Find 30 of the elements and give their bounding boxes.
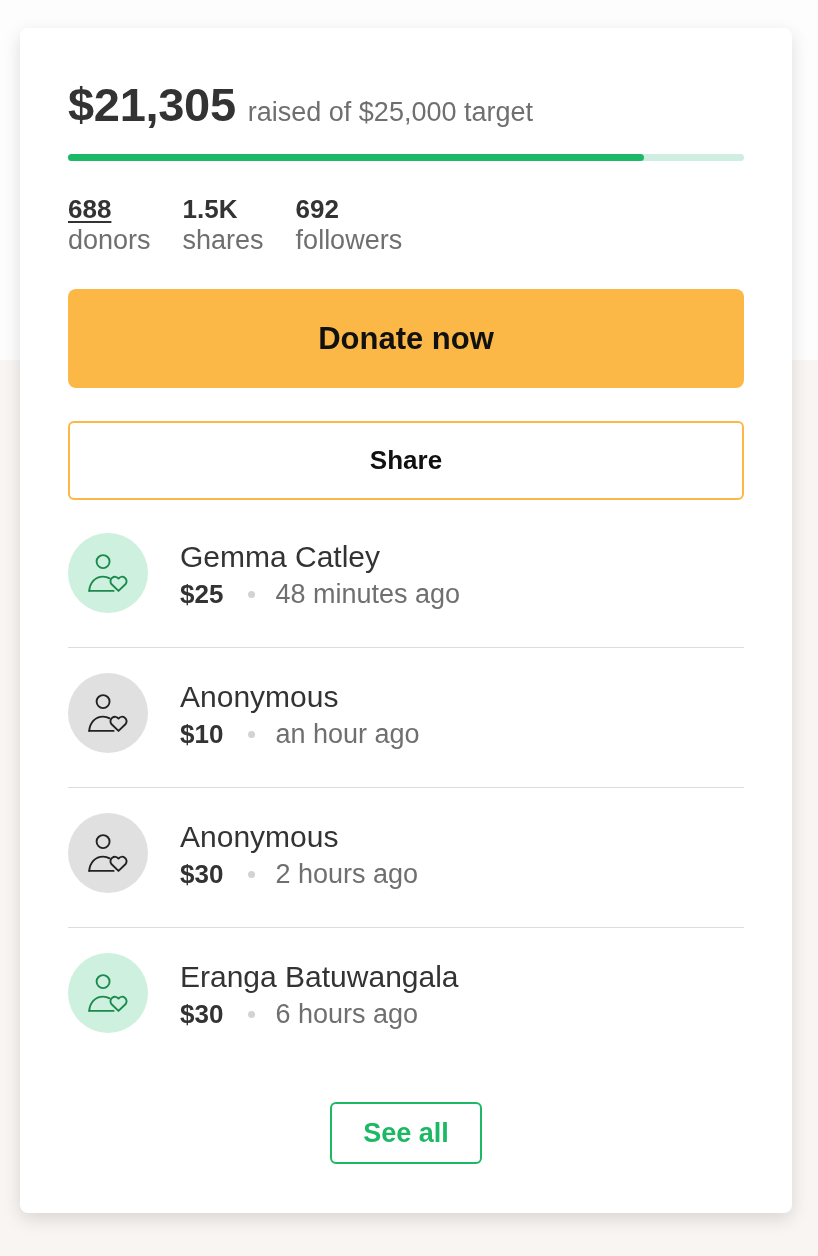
donation-time: 6 hours ago (275, 998, 418, 1031)
stat-value: 692 (295, 194, 339, 225)
raised-amount: $21,305 (68, 77, 236, 133)
separator-dot-icon (248, 730, 256, 738)
donation-time: an hour ago (275, 718, 420, 751)
donor-name: Eranga Batuwangala (180, 960, 459, 995)
share-button[interactable]: Share (68, 421, 744, 501)
person-heart-icon (88, 834, 128, 873)
stat-link[interactable]: 688 (68, 194, 112, 225)
stat-label: donors (68, 224, 151, 257)
target-caption: raised of $25,000 target (247, 97, 533, 128)
donation-time: 48 minutes ago (275, 578, 460, 611)
donation-amount: $10 (180, 718, 224, 751)
person-heart-icon (88, 974, 128, 1013)
donation-amount: $30 (180, 858, 224, 891)
separator-dot-icon (248, 590, 256, 598)
donor-name: Gemma Catley (180, 540, 382, 575)
stat-label: followers (295, 224, 403, 257)
separator-dot-icon (248, 870, 256, 878)
donor-name: Anonymous (180, 680, 340, 715)
donation-time: 2 hours ago (275, 858, 418, 891)
stat-label: shares (182, 224, 264, 257)
donate-button[interactable]: Donate now (68, 289, 744, 389)
donation-amount: $25 (180, 578, 224, 611)
separator-dot-icon (248, 1010, 256, 1018)
donation-amount: $30 (180, 998, 224, 1031)
donor-name: Anonymous (180, 820, 340, 855)
person-heart-icon (88, 694, 128, 733)
stat-value: 1.5K (182, 194, 238, 225)
person-heart-icon (88, 554, 128, 593)
